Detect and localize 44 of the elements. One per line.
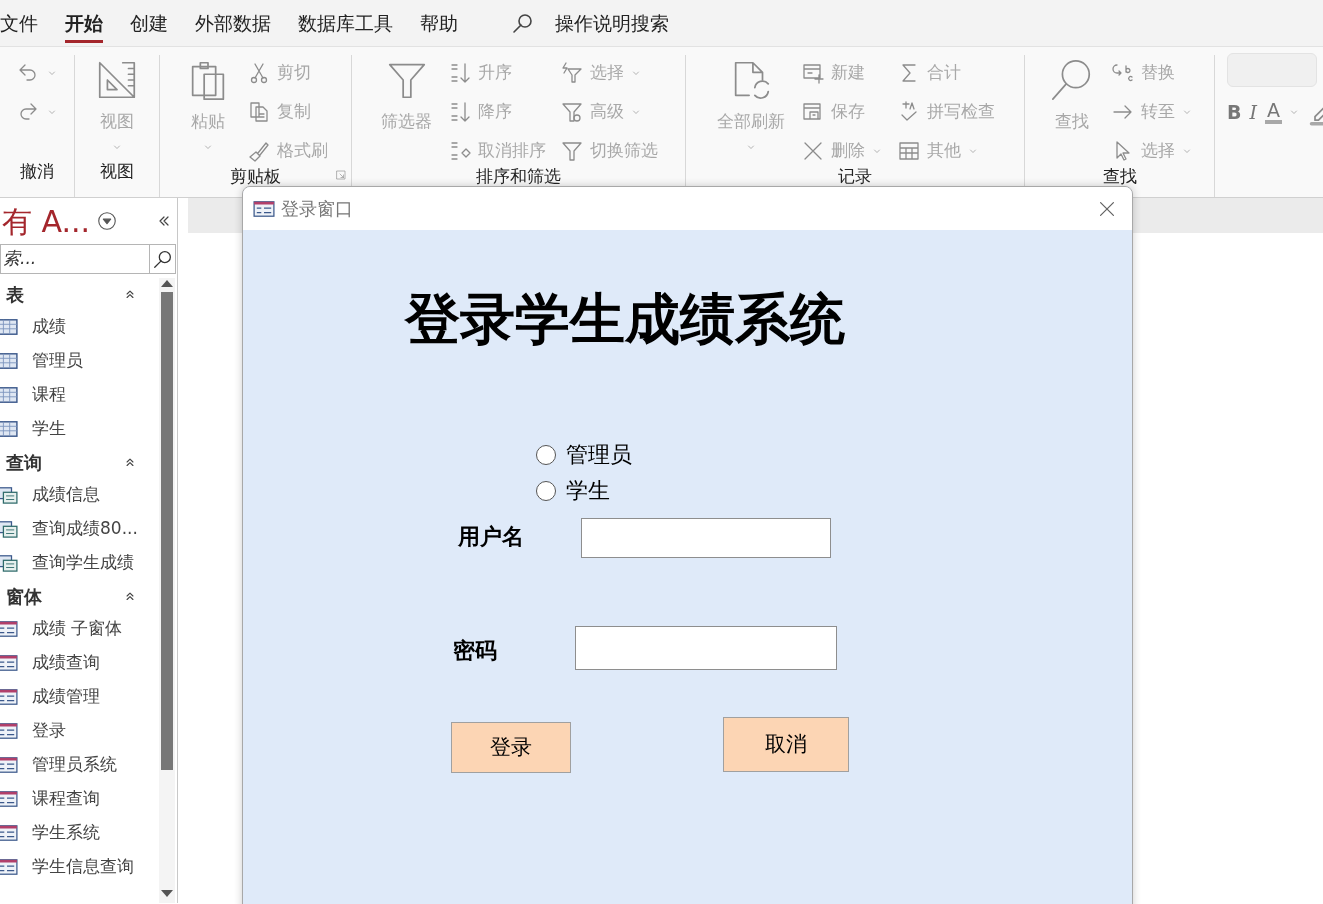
- group-label: 剪贴板: [230, 166, 281, 186]
- form-heading: 登录学生成绩系统: [405, 285, 845, 353]
- format-button[interactable]: A: [1265, 100, 1300, 124]
- group-header[interactable]: 表: [0, 278, 159, 310]
- nav-item[interactable]: 成绩管理: [0, 680, 159, 714]
- menu-tab[interactable]: 帮助: [406, 0, 471, 46]
- nav-item[interactable]: 成绩: [0, 310, 159, 344]
- menu-tab[interactable]: 创建: [116, 0, 181, 46]
- field-label: 用户名: [458, 522, 524, 551]
- group-header[interactable]: 查询: [0, 446, 159, 478]
- nav-item[interactable]: 登录: [0, 714, 159, 748]
- group-header[interactable]: 窗体: [0, 580, 159, 612]
- group-label: 撤消: [20, 161, 54, 181]
- form-button[interactable]: 取消: [723, 717, 849, 772]
- nav-item[interactable]: 成绩查询: [0, 646, 159, 680]
- search-field[interactable]: 索...: [0, 244, 150, 274]
- group-label: 排序和筛选: [476, 166, 561, 186]
- menu-tab[interactable]: 开始: [51, 0, 116, 46]
- dialog-title: 登录窗口: [281, 197, 354, 221]
- radio-option[interactable]: 管理员: [536, 438, 632, 471]
- tell-me-search[interactable]: 操作说明搜索: [555, 8, 669, 38]
- nav-item[interactable]: 课程查询: [0, 782, 159, 816]
- menu-tab[interactable]: 文件: [0, 0, 51, 46]
- menu-tab[interactable]: 数据库工具: [284, 0, 406, 46]
- nav-item[interactable]: 学生信息查询: [0, 850, 159, 884]
- radio-option[interactable]: 学生: [536, 474, 610, 507]
- nav-item[interactable]: 学生系统: [0, 816, 159, 850]
- nav-item[interactable]: 成绩 子窗体: [0, 612, 159, 646]
- nav-item[interactable]: 查询学生成绩: [0, 546, 159, 580]
- nav-item[interactable]: 学生: [0, 412, 159, 446]
- group-label: 记录: [838, 166, 872, 186]
- group-label: 查找: [1102, 166, 1137, 186]
- nav-item[interactable]: 管理员系统: [0, 748, 159, 782]
- nav-item[interactable]: 课程: [0, 378, 159, 412]
- form-button[interactable]: 登录: [451, 722, 571, 773]
- format-button[interactable]: I: [1249, 97, 1257, 127]
- nav-item[interactable]: 查询成绩80...: [0, 512, 159, 546]
- format-button[interactable]: B: [1227, 97, 1242, 127]
- pane-title[interactable]: 有 A...: [2, 198, 91, 244]
- field-label: 密码: [453, 636, 497, 665]
- group-label: 视图: [100, 161, 134, 181]
- menu-tab[interactable]: 外部数据: [181, 0, 284, 46]
- nav-item[interactable]: 成绩信息: [0, 478, 159, 512]
- nav-item[interactable]: 管理员: [0, 344, 159, 378]
